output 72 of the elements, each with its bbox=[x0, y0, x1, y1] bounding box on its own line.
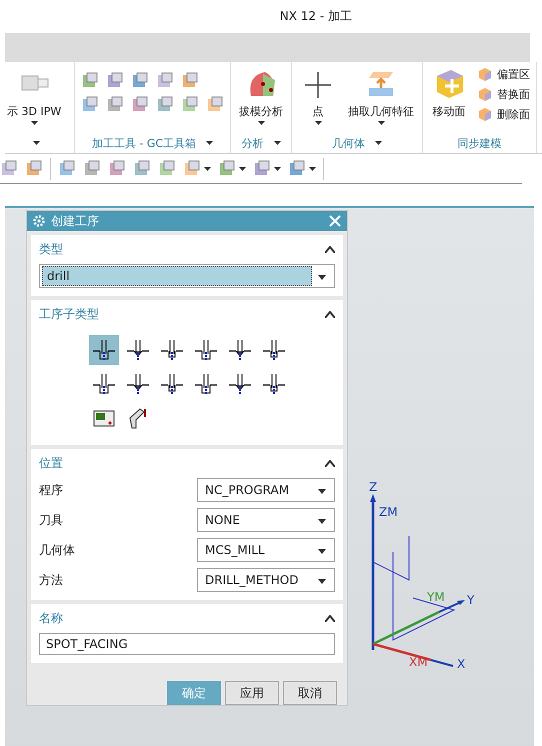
tool-icon[interactable] bbox=[181, 96, 199, 114]
caret-icon bbox=[258, 121, 264, 125]
section-title: 类型 bbox=[39, 241, 63, 258]
dropdown-icon bbox=[318, 548, 326, 554]
tool-icon[interactable] bbox=[131, 72, 149, 90]
dropdown-icon bbox=[318, 274, 326, 280]
location-dropdown[interactable]: NC_PROGRAM bbox=[197, 478, 335, 502]
window-title: NX 12 - 加工 bbox=[280, 8, 352, 25]
group-menu-icon[interactable] bbox=[375, 141, 382, 145]
caret-icon bbox=[204, 166, 211, 170]
group-caption: 加工工具 - GC工具箱 bbox=[92, 136, 196, 150]
name-field[interactable]: SPOT_FACING bbox=[39, 633, 335, 655]
tool-icon[interactable] bbox=[81, 72, 99, 90]
ribbon-button[interactable]: 删除面 bbox=[477, 106, 530, 122]
dropdown-icon bbox=[318, 488, 326, 494]
cube-icon bbox=[477, 106, 493, 122]
ribbon-button[interactable]: 移动面 bbox=[429, 66, 469, 119]
location-dropdown[interactable]: DRILL_METHOD bbox=[197, 568, 335, 592]
dialog-button[interactable]: 应用 bbox=[225, 681, 279, 705]
collapse-icon[interactable] bbox=[325, 246, 335, 253]
toolbar-button[interactable] bbox=[218, 160, 246, 178]
group-menu-icon[interactable] bbox=[206, 141, 214, 145]
caret-icon bbox=[30, 121, 38, 125]
cube-icon bbox=[477, 66, 493, 82]
location-dropdown[interactable]: NONE bbox=[197, 508, 335, 532]
close-button[interactable] bbox=[329, 215, 341, 227]
dialog-title: 创建工序 bbox=[51, 212, 100, 230]
ribbon-button[interactable]: 抽取几何特征 bbox=[346, 66, 416, 125]
group-caption: 几何体 bbox=[332, 136, 365, 150]
tool-icon[interactable] bbox=[181, 72, 199, 90]
collapse-icon[interactable] bbox=[325, 460, 335, 467]
tool-icon[interactable] bbox=[156, 72, 174, 90]
caret-icon bbox=[274, 166, 281, 170]
group-caption: 同步建模 bbox=[458, 136, 502, 150]
subtype-button[interactable] bbox=[89, 335, 119, 365]
tool-icon[interactable] bbox=[81, 96, 99, 114]
dropdown-icon bbox=[318, 578, 326, 584]
ribbon-button[interactable]: 偏置区 bbox=[477, 66, 530, 82]
dropdown-icon bbox=[318, 518, 326, 524]
ribbon-button[interactable]: 替换面 bbox=[477, 86, 530, 102]
group-menu-icon[interactable] bbox=[274, 141, 280, 145]
caret-icon bbox=[239, 166, 246, 170]
gear-icon bbox=[33, 215, 45, 227]
caret-icon bbox=[314, 121, 322, 125]
tool-icon[interactable] bbox=[106, 72, 124, 90]
toolbar-button[interactable] bbox=[183, 160, 211, 178]
type-dropdown[interactable]: drill bbox=[39, 264, 335, 288]
tool-icon[interactable] bbox=[156, 96, 174, 114]
location-dropdown[interactable]: MCS_MILL bbox=[197, 538, 335, 562]
collapse-icon[interactable] bbox=[325, 311, 335, 318]
ribbon-button[interactable]: 点 bbox=[298, 66, 338, 125]
dialog-button[interactable]: 取消 bbox=[283, 681, 337, 705]
collapse-icon[interactable] bbox=[325, 615, 335, 622]
tool-icon[interactable] bbox=[131, 96, 149, 114]
field-label: 刀具 bbox=[39, 512, 63, 528]
group-caption: 分析 bbox=[242, 136, 264, 150]
caret-icon bbox=[378, 121, 384, 125]
field-label: 方法 bbox=[39, 572, 63, 588]
section-title: 工序子类型 bbox=[39, 306, 99, 323]
field-label: 几何体 bbox=[39, 542, 75, 558]
caret-icon bbox=[309, 166, 316, 170]
section-title: 名称 bbox=[39, 610, 63, 627]
tool-icon[interactable] bbox=[206, 96, 224, 114]
section-title: 位置 bbox=[39, 455, 63, 472]
tool-icon[interactable] bbox=[106, 96, 124, 114]
group-menu-icon[interactable] bbox=[33, 141, 40, 145]
toolbar-button[interactable] bbox=[288, 160, 316, 178]
cube-icon bbox=[477, 86, 493, 102]
ribbon-button[interactable]: 拔模分析 bbox=[237, 66, 285, 125]
field-label: 程序 bbox=[39, 482, 63, 498]
ribbon-button[interactable]: 示 3D IPW bbox=[5, 66, 64, 125]
toolbar-button[interactable] bbox=[253, 160, 281, 178]
